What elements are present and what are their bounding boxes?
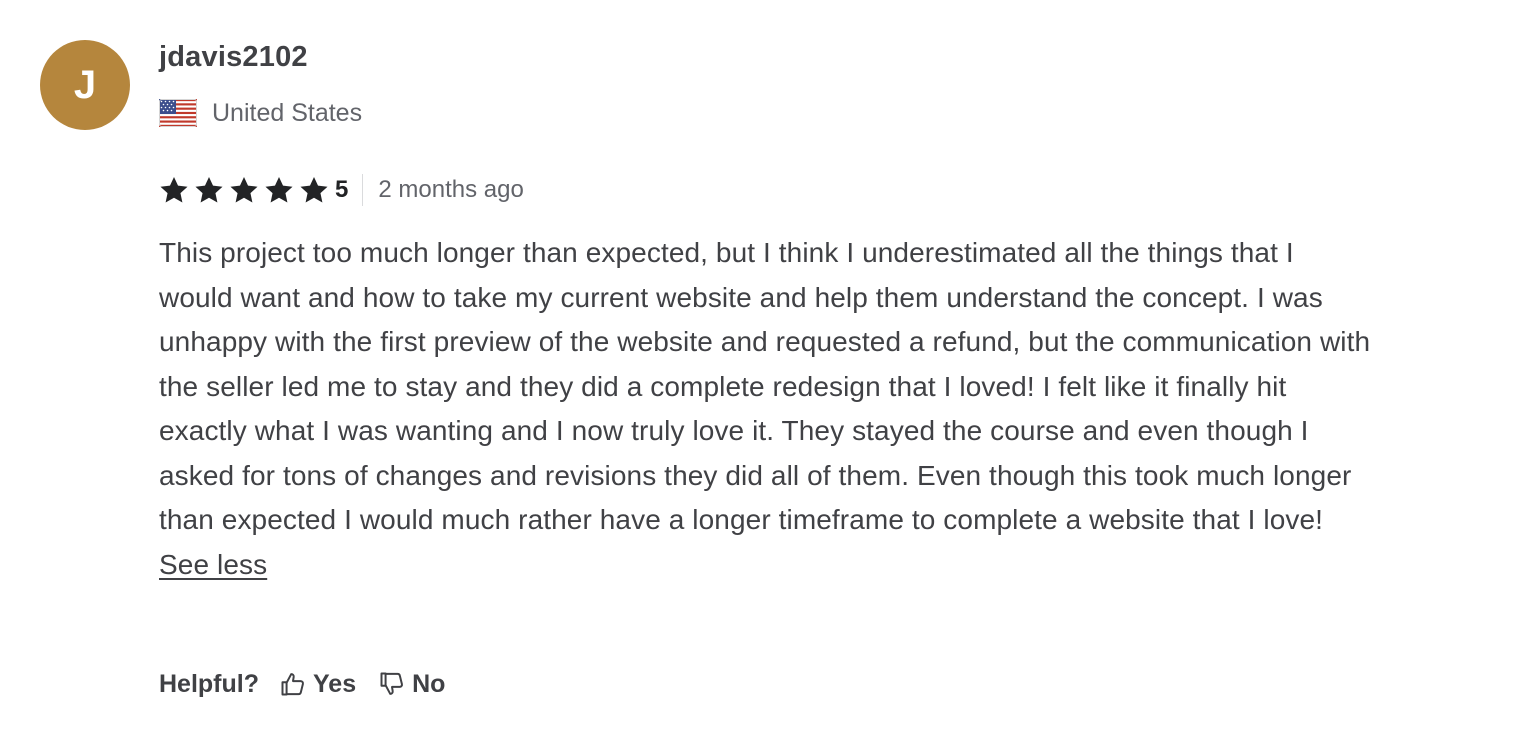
helpful-no-button[interactable]: No: [378, 670, 445, 699]
review-text-content: This project too much longer than expect…: [159, 237, 1371, 535]
star-rating: [159, 176, 334, 204]
helpful-row: Helpful? Yes No: [159, 666, 445, 702]
reviewer-country: United States: [212, 99, 363, 127]
star-icon: [160, 176, 188, 203]
thumbs-up-icon: [281, 673, 304, 696]
see-less-link[interactable]: See less: [159, 549, 267, 580]
helpful-yes-label: Yes: [313, 669, 357, 698]
avatar-initial: J: [73, 63, 97, 107]
review-text: This project too much longer than expect…: [159, 231, 1374, 587]
us-flag-icon: [159, 99, 197, 127]
rating-score: 5: [335, 176, 349, 203]
rating-row: 5 2 months ago: [159, 170, 524, 210]
star-icon: [265, 176, 293, 203]
helpful-yes-button[interactable]: Yes: [279, 670, 356, 699]
star-icon: [300, 176, 328, 203]
avatar[interactable]: J: [40, 40, 130, 130]
helpful-label: Helpful?: [159, 669, 259, 698]
reviewer-country-row: United States: [159, 97, 362, 129]
review-card: J jdavis2102 United States 5 2 months ag…: [0, 0, 1536, 738]
reviewer-username[interactable]: jdavis2102: [159, 40, 308, 74]
star-icon: [195, 176, 223, 203]
review-date: 2 months ago: [378, 176, 524, 203]
thumbs-down-icon: [380, 672, 404, 695]
rating-divider: [362, 174, 364, 206]
helpful-no-label: No: [412, 669, 446, 698]
star-icon: [230, 176, 258, 203]
